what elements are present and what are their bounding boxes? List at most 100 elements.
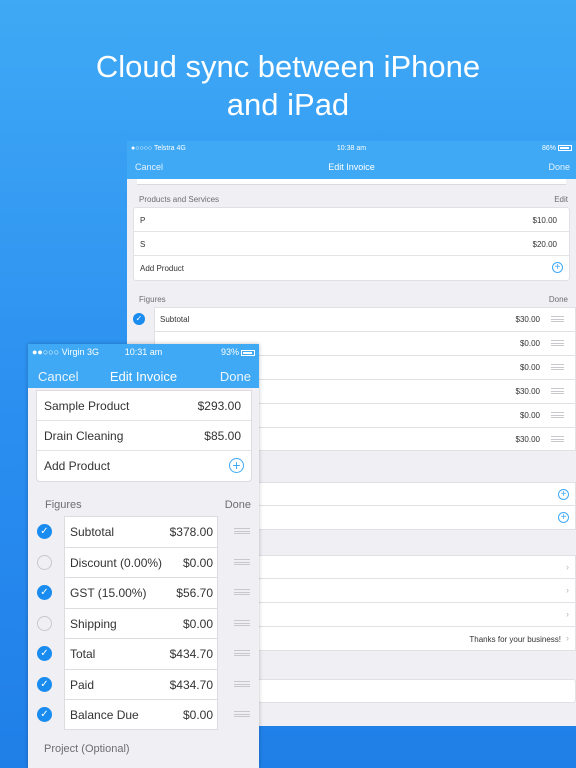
unchecked-circle-icon[interactable] [37, 554, 52, 570]
checkmark-icon[interactable]: ✓ [37, 646, 52, 661]
drag-handle-icon[interactable] [234, 558, 250, 565]
iphone-figure-value: $434.70 [169, 677, 213, 692]
drag-handle-icon[interactable] [551, 412, 564, 418]
iphone-figure-value: $434.70 [169, 647, 213, 661]
add-circle-icon[interactable]: + [558, 489, 569, 500]
ipad-notes-value: Thanks for your business! [469, 635, 561, 644]
iphone-figure-row[interactable]: ✓ Balance Due $0.00 [28, 699, 259, 730]
chevron-right-icon: › [566, 609, 569, 619]
ipad-figure-value: $30.00 [515, 387, 540, 396]
ipad-nav-title: Edit Invoice [328, 162, 375, 172]
ipad-status-bar: ●○○○○ Telstra 4G 10:38 am 86% [127, 141, 576, 157]
iphone-figure-name: GST (15.00%) [70, 586, 147, 600]
ipad-figure-name: Subtotal [160, 315, 190, 324]
drag-handle-icon[interactable] [551, 340, 564, 346]
iphone-figure-name: Balance Due [70, 708, 139, 722]
headline: Cloud sync between iPhone and iPad [0, 48, 576, 124]
chevron-right-icon: › [566, 562, 569, 572]
headline-line-2: and iPad [226, 87, 350, 122]
checkmark-icon[interactable]: ✓ [37, 524, 52, 539]
iphone-figures-header: Figures Done [28, 482, 259, 516]
iphone-figure-row[interactable]: ✓ Total $434.70 [28, 638, 259, 669]
ipad-figure-value: $0.00 [519, 411, 540, 420]
iphone-figure-name: Shipping [70, 616, 117, 631]
ipad-product-row[interactable]: P $10.00 [134, 208, 569, 232]
checkmark-icon[interactable]: ✓ [37, 676, 52, 692]
ipad-figures-done-button[interactable]: Done [549, 295, 568, 304]
iphone-product-name: Drain Cleaning [44, 429, 124, 443]
ipad-figure-value: $30.00 [515, 435, 540, 444]
add-circle-icon[interactable]: + [552, 262, 563, 273]
iphone-figure-value: $378.00 [169, 525, 213, 539]
ipad-figure-row[interactable]: ✓ Subtotal $30.00 [127, 307, 576, 331]
iphone-figure-name: Paid [70, 677, 95, 692]
iphone-status-bar: ●●○○○ Virgin 3G 10:31 am 93% [28, 344, 259, 360]
iphone-product-price: $85.00 [204, 429, 241, 443]
iphone-battery: 93% [221, 347, 255, 357]
drag-handle-icon[interactable] [234, 650, 250, 656]
add-circle-icon[interactable]: + [558, 512, 569, 523]
chevron-right-icon: › [566, 633, 569, 643]
iphone-figure-value: $0.00 [182, 616, 213, 631]
battery-icon [558, 145, 572, 152]
iphone-figure-value: $0.00 [182, 555, 213, 570]
ipad-product-price: $10.00 [532, 216, 557, 225]
unchecked-circle-icon[interactable] [37, 615, 52, 631]
ipad-nav-bar: Cancel Edit Invoice Done [127, 157, 576, 179]
iphone-nav-bar: Cancel Edit Invoice Done [28, 360, 259, 388]
iphone-add-product-label: Add Product [44, 459, 111, 473]
ipad-figure-value: $0.00 [519, 339, 540, 348]
iphone-figure-row[interactable]: Shipping $0.00 [28, 607, 259, 638]
ipad-time: 10:38 am [336, 145, 367, 152]
ipad-figure-value: $30.00 [515, 315, 540, 324]
checkmark-icon[interactable]: ✓ [133, 313, 145, 325]
ipad-add-product-label: Add Product [140, 264, 185, 273]
drag-handle-icon[interactable] [551, 316, 564, 322]
iphone-screen: ●●○○○ Virgin 3G 10:31 am 93% Cancel Edit… [28, 344, 259, 768]
ipad-figures-header: Figures Done [127, 281, 576, 307]
drag-handle-icon[interactable] [234, 711, 250, 717]
iphone-figures-label: Figures [45, 499, 82, 511]
battery-icon [241, 349, 255, 356]
drag-handle-icon[interactable] [234, 619, 250, 626]
ipad-add-product-row[interactable]: Add Product + [134, 256, 569, 280]
iphone-add-product-row[interactable]: Add Product + [37, 451, 251, 481]
iphone-figure-value: $56.70 [176, 586, 213, 600]
iphone-figure-name: Subtotal [70, 525, 115, 539]
ipad-products-edit-button[interactable]: Edit [554, 195, 568, 204]
drag-handle-icon[interactable] [234, 528, 250, 534]
drag-handle-icon[interactable] [234, 589, 250, 595]
ipad-product-row[interactable]: S $20.00 [134, 232, 569, 256]
checkmark-icon[interactable]: ✓ [37, 585, 52, 600]
drag-handle-icon[interactable] [234, 680, 250, 687]
ipad-figure-value: $0.00 [519, 363, 540, 372]
ipad-done-button[interactable]: Done [548, 162, 570, 172]
ipad-products-header: Products and Services Edit [127, 185, 576, 207]
iphone-figures-done-button[interactable]: Done [225, 499, 251, 511]
iphone-done-button[interactable]: Done [220, 369, 251, 384]
ipad-figures-label: Figures [139, 295, 166, 304]
add-circle-icon[interactable]: + [229, 458, 244, 473]
iphone-figure-name: Discount (0.00%) [70, 555, 163, 570]
iphone-figure-row[interactable]: ✓ GST (15.00%) $56.70 [28, 577, 259, 608]
iphone-figure-row[interactable]: Discount (0.00%) $0.00 [28, 546, 259, 577]
drag-handle-icon[interactable] [551, 364, 564, 370]
ipad-products-label: Products and Services [139, 195, 220, 204]
iphone-product-row[interactable]: Sample Product $293.00 [37, 391, 251, 421]
checkmark-icon[interactable]: ✓ [37, 707, 52, 722]
ipad-products-list: P $10.00 S $20.00 Add Product + [133, 207, 570, 281]
ipad-product-name: S [140, 240, 146, 249]
iphone-figure-name: Total [70, 647, 96, 661]
iphone-products-list: Sample Product $293.00 Drain Cleaning $8… [36, 390, 252, 482]
iphone-product-row[interactable]: Drain Cleaning $85.00 [37, 421, 251, 451]
iphone-project-header: Project (Optional) [44, 743, 130, 755]
chevron-right-icon: › [566, 585, 569, 595]
headline-line-1: Cloud sync between iPhone [95, 49, 481, 84]
drag-handle-icon[interactable] [551, 436, 564, 442]
iphone-figure-row[interactable]: ✓ Subtotal $378.00 [28, 516, 259, 547]
ipad-figure-cell [154, 307, 576, 331]
drag-handle-icon[interactable] [551, 388, 564, 394]
iphone-figure-value: $0.00 [182, 708, 213, 722]
iphone-figure-row[interactable]: ✓ Paid $434.70 [28, 668, 259, 699]
iphone-product-price: $293.00 [197, 399, 241, 413]
